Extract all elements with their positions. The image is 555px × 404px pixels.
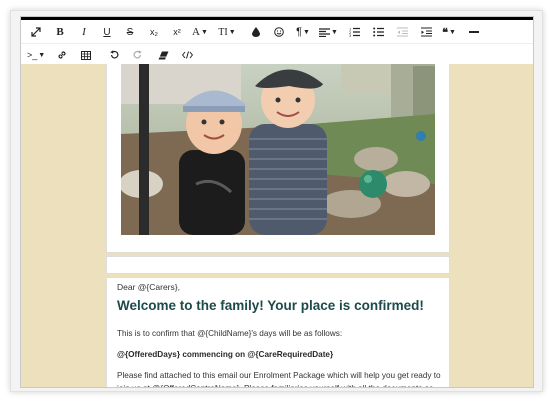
chevron-down-icon: ▼ — [302, 28, 310, 36]
emoji-icon[interactable] — [270, 23, 288, 41]
align-button[interactable]: ▼ — [319, 23, 338, 41]
insert-special-button[interactable]: >_ ▼ — [27, 46, 45, 64]
bold-button[interactable]: B — [51, 23, 69, 41]
quote-label: ❝ — [442, 26, 448, 39]
highlight-icon[interactable] — [247, 23, 265, 41]
image-block — [106, 64, 450, 253]
toolbar-row-2: >_ ▼ — [21, 43, 533, 66]
font-size-label: TI — [218, 26, 228, 38]
chevron-down-icon: ▼ — [228, 28, 236, 36]
redo-icon[interactable] — [129, 46, 147, 64]
code-view-icon[interactable] — [178, 46, 196, 64]
email-body[interactable]: Dear @{Carers}, Welcome to the family! Y… — [106, 277, 450, 387]
font-size-button[interactable]: TI ▼ — [218, 23, 236, 41]
unordered-list-button[interactable] — [369, 23, 387, 41]
indent-button[interactable] — [417, 23, 435, 41]
editor-content-area[interactable]: Dear @{Carers}, Welcome to the family! Y… — [21, 64, 533, 387]
rich-text-editor: B I U S x₂ x² A ▼ TI ▼ ¶ ▼ ▼ 1 2 3 ❝ ▼ >… — [20, 16, 534, 388]
greeting-text: Dear @{Carers}, — [117, 282, 180, 292]
chevron-down-icon: ▼ — [201, 28, 208, 36]
underline-button[interactable]: U — [98, 23, 116, 41]
link-icon[interactable] — [53, 46, 71, 64]
editor-toolbar: B I U S x₂ x² A ▼ TI ▼ ¶ ▼ ▼ 1 2 3 ❝ ▼ >… — [21, 20, 533, 65]
table-icon[interactable] — [77, 46, 95, 64]
insert-special-label: >_ — [27, 50, 38, 60]
font-color-label: A — [192, 26, 200, 38]
paragraph-format-button[interactable]: ¶ ▼ — [294, 23, 312, 41]
welcome-heading: Welcome to the family! Your place is con… — [117, 298, 424, 313]
confirm-paragraph: This is to confirm that @{ChildName}'s d… — [117, 329, 343, 338]
superscript-button[interactable]: x² — [168, 23, 186, 41]
outdent-button[interactable] — [393, 23, 411, 41]
italic-button[interactable]: I — [75, 23, 93, 41]
fullscreen-icon[interactable] — [27, 23, 45, 41]
svg-text:3: 3 — [349, 34, 351, 37]
chevron-down-icon: ▼ — [38, 51, 46, 59]
enrolment-paragraph: Please find attached to this email our E… — [117, 371, 441, 387]
offered-days-line: @{OfferedDays} commencing on @{CareRequi… — [117, 350, 334, 359]
undo-icon[interactable] — [105, 46, 123, 64]
subscript-button[interactable]: x₂ — [145, 23, 163, 41]
toolbar-row-1: B I U S x₂ x² A ▼ TI ▼ ¶ ▼ ▼ 1 2 3 ❝ ▼ — [21, 21, 533, 43]
quote-button[interactable]: ❝ ▼ — [440, 23, 458, 41]
children-photo[interactable] — [121, 64, 435, 235]
strikethrough-button[interactable]: S — [121, 23, 139, 41]
chevron-down-icon: ▼ — [331, 28, 338, 36]
ordered-list-button[interactable]: 123 — [345, 23, 363, 41]
horizontal-line-button[interactable] — [465, 23, 483, 41]
paragraph-label: ¶ — [296, 26, 302, 38]
font-color-button[interactable]: A ▼ — [191, 23, 209, 41]
spacer-block — [106, 256, 450, 274]
chevron-down-icon: ▼ — [448, 28, 456, 36]
clear-formatting-icon[interactable] — [154, 46, 172, 64]
